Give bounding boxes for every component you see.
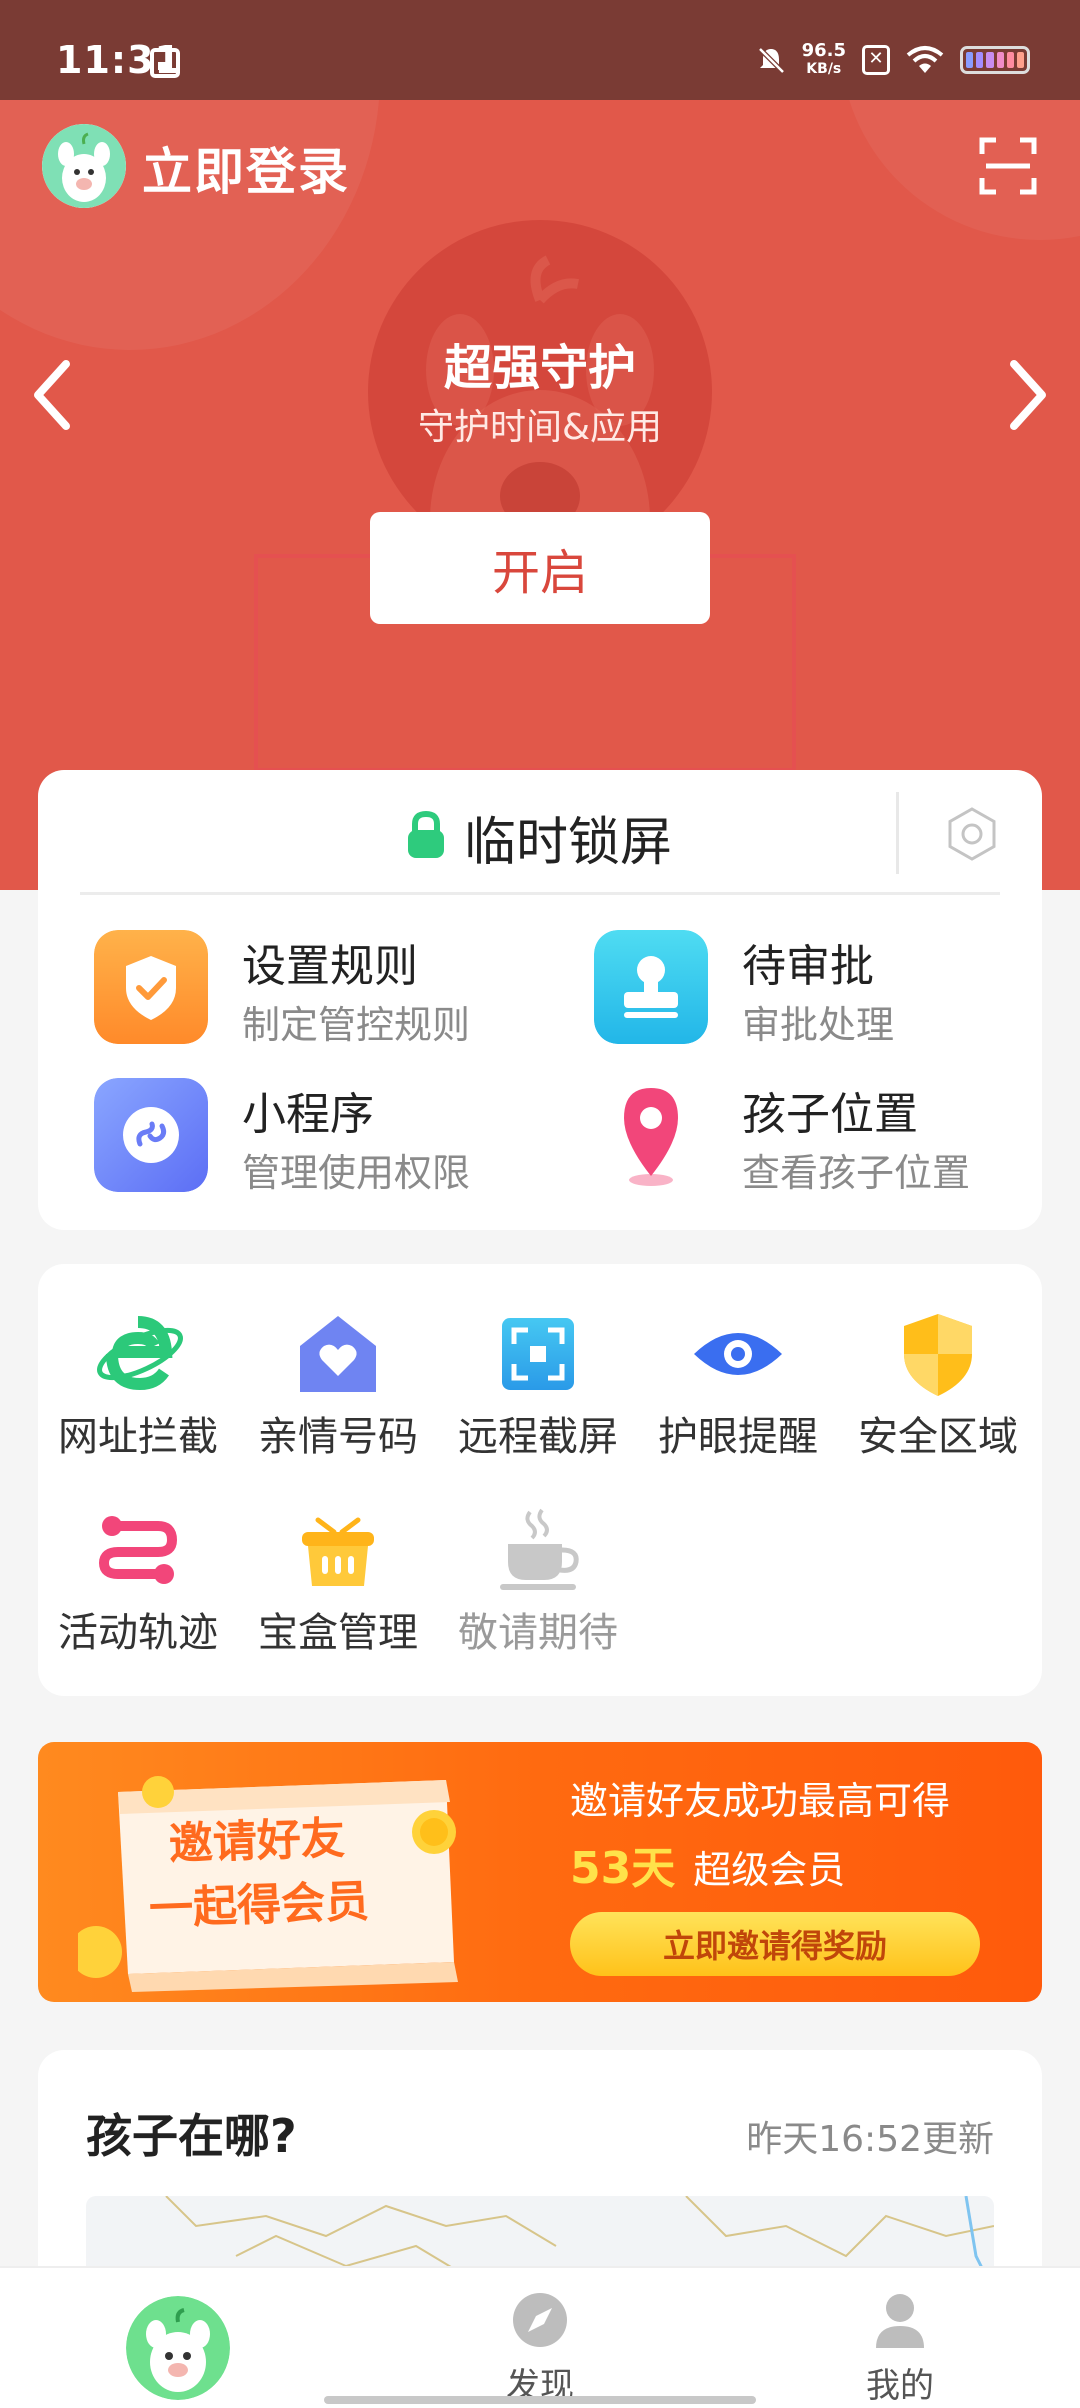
carousel-title: 超强守护 (443, 340, 636, 396)
sim-icon (150, 48, 180, 78)
tool-eye-care[interactable]: 护眼提醒 (638, 1264, 838, 1460)
eye-icon (694, 1333, 782, 1375)
scan-icon[interactable] (978, 136, 1038, 196)
tools-card: 网址拦截 亲情号码 远程截屏 护眼提醒 安全区域 活动轨迹 宝盒管理 敬请期待 (38, 1264, 1042, 1696)
banner-scroll-text: 邀请好友 一起得会员 (116, 1805, 400, 1943)
mini-program-icon (94, 1078, 208, 1192)
track-icon (98, 1516, 178, 1584)
status-icons: 96.5 KB/s ✕ (756, 40, 1030, 80)
control-card: 临时锁屏 设置规则 制定管控规则 待审批 审批处理 小程序 管理使用权限 孩子位… (38, 770, 1042, 1230)
nav-discover[interactable]: 发现 (480, 2268, 600, 2408)
feature-desc: 查看孩子位置 (742, 1151, 971, 1195)
nav-home[interactable] (126, 2296, 230, 2400)
temp-lock-row[interactable]: 临时锁屏 (38, 770, 1042, 892)
mascot-home-icon (126, 2296, 230, 2400)
banner-scroll-line2: 一起得会员 (148, 1876, 370, 1935)
battery-icon (960, 46, 1030, 74)
network-speed: 96.5 KB/s (802, 42, 846, 78)
mascot-avatar-icon (42, 124, 126, 208)
tool-label: 宝盒管理 (258, 1610, 418, 1656)
feature-name: 小程序 (242, 1089, 374, 1140)
feature-name: 待审批 (742, 941, 874, 992)
login-link[interactable]: 立即登录 (142, 132, 350, 204)
nav-mine-label: 我的 (866, 2366, 934, 2406)
feature-desc: 制定管控规则 (242, 1003, 471, 1047)
banner-headline: 邀请好友成功最高可得 (570, 1779, 951, 1823)
home-heart-icon (300, 1316, 376, 1392)
basket-icon (302, 1517, 374, 1586)
x-icon: ✕ (862, 45, 890, 75)
screenshot-icon (502, 1318, 574, 1390)
open-button[interactable]: 开启 (370, 512, 710, 624)
feature-set-rules[interactable]: 设置规则 制定管控规则 (94, 930, 554, 1058)
tool-coming-soon: 敬请期待 (438, 1460, 638, 1656)
tool-label: 网址拦截 (58, 1414, 218, 1460)
banner-reward-label: 超级会员 (693, 1848, 846, 1892)
feature-desc: 审批处理 (742, 1003, 895, 1047)
coffee-cup-icon (500, 1508, 579, 1590)
feature-name: 孩子位置 (742, 1089, 918, 1140)
tool-label: 护眼提醒 (658, 1414, 818, 1460)
carousel-subtitle: 守护时间&应用 (417, 407, 663, 448)
location-updated: 昨天16:52更新 (746, 2119, 994, 2160)
shield-icon (904, 1314, 972, 1396)
invite-banner[interactable]: 邀请好友 一起得会员 邀请好友成功最高可得 53天 超级会员 立即邀请得奖励 (38, 1742, 1042, 2002)
wifi-icon (906, 46, 944, 73)
location-pin-icon (624, 1088, 678, 1186)
banner-scroll-line1: 邀请好友 (168, 1812, 346, 1871)
chevron-left-icon[interactable] (22, 350, 82, 440)
feature-name: 设置规则 (242, 941, 418, 992)
network-speed-unit: KB/s (806, 61, 842, 77)
feature-mini-program[interactable]: 小程序 管理使用权限 (94, 1078, 554, 1206)
divider (80, 892, 1000, 895)
avatar[interactable] (42, 124, 126, 208)
tool-label: 远程截屏 (458, 1414, 618, 1460)
stamp-icon (594, 930, 708, 1044)
mute-icon (757, 47, 785, 74)
tool-treasure-box[interactable]: 宝盒管理 (238, 1460, 438, 1656)
user-icon (876, 2294, 924, 2348)
banner-days: 53天 (570, 1843, 676, 1894)
compass-icon (513, 2293, 567, 2347)
feature-child-location[interactable]: 孩子位置 查看孩子位置 (594, 1078, 1054, 1206)
network-speed-value: 96.5 (801, 40, 846, 61)
tool-family-numbers[interactable]: 亲情号码 (238, 1264, 438, 1460)
chevron-right-icon[interactable] (998, 350, 1058, 440)
browser-e-icon (97, 1316, 183, 1391)
settings-hexagon-icon[interactable] (944, 806, 1000, 862)
bottom-nav: 发现 我的 (0, 2266, 1080, 2408)
tool-label: 活动轨迹 (58, 1610, 218, 1656)
tool-safe-zone[interactable]: 安全区域 (838, 1264, 1038, 1460)
home-indicator (324, 2396, 756, 2404)
tool-label: 敬请期待 (458, 1610, 618, 1656)
temp-lock-label: 临时锁屏 (464, 813, 673, 873)
lock-icon (408, 810, 444, 858)
feature-pending-approval[interactable]: 待审批 审批处理 (594, 930, 1054, 1058)
divider (896, 792, 899, 874)
tool-label: 安全区域 (858, 1414, 1018, 1460)
tool-remote-screenshot[interactable]: 远程截屏 (438, 1264, 638, 1460)
nav-mine[interactable]: 我的 (840, 2268, 960, 2408)
status-bar: 11:31 96.5 KB/s ✕ (0, 0, 1080, 100)
tool-url-block[interactable]: 网址拦截 (38, 1264, 238, 1460)
feature-desc: 管理使用权限 (242, 1151, 471, 1195)
tool-label: 亲情号码 (258, 1414, 418, 1460)
shield-check-icon (94, 930, 208, 1044)
decor-bubble (840, 100, 1080, 240)
invite-button[interactable]: 立即邀请得奖励 (570, 1912, 980, 1976)
banner-reward: 53天 超级会员 (570, 1832, 845, 1896)
tool-activity-track[interactable]: 活动轨迹 (38, 1460, 238, 1656)
location-title: 孩子在哪? (86, 2109, 297, 2163)
